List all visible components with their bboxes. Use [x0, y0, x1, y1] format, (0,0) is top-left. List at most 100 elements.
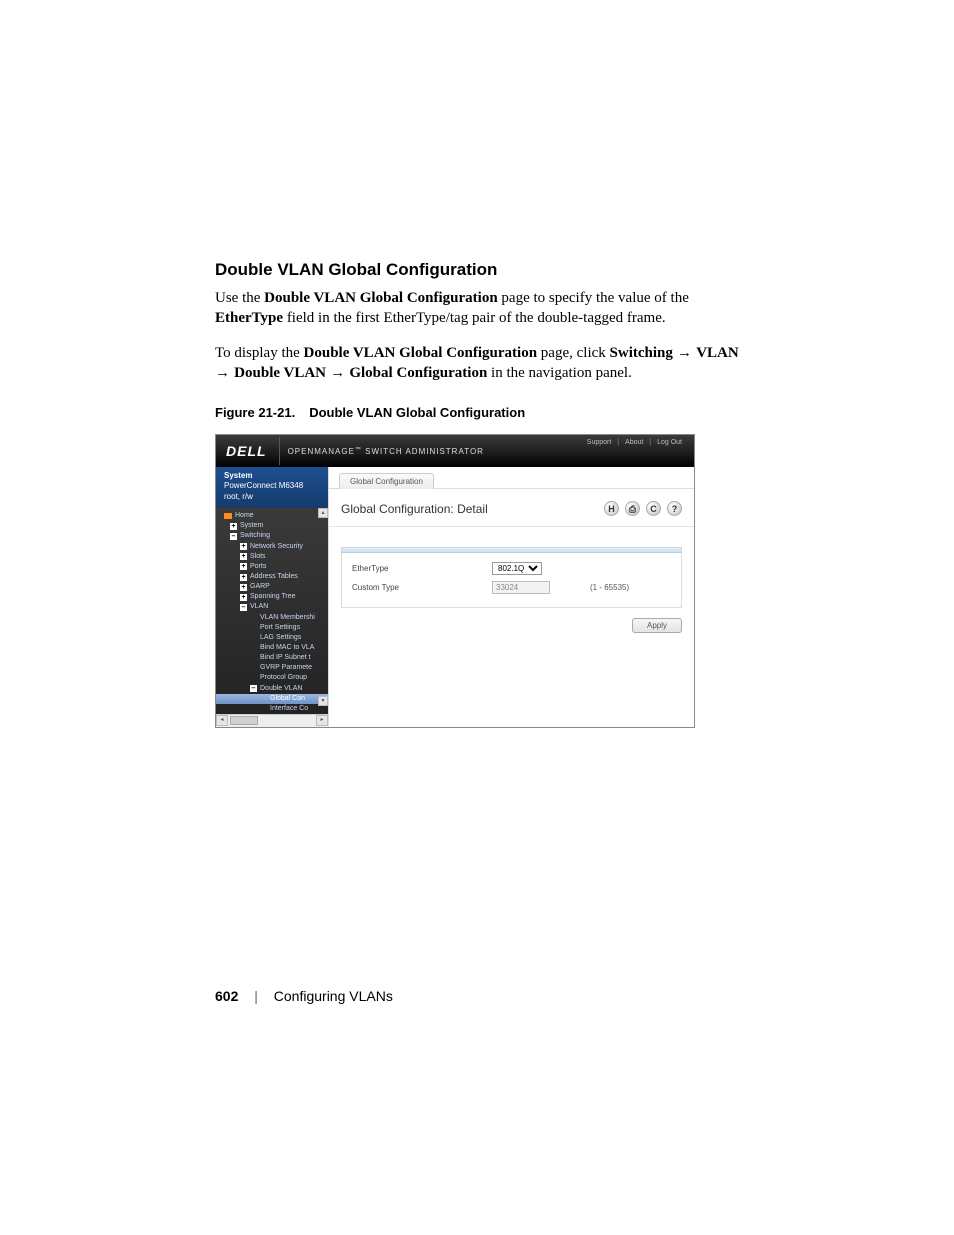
tree-label: Interface Co [270, 704, 308, 714]
refresh-icon[interactable]: C [646, 501, 661, 516]
tree-label: Switching [240, 531, 270, 541]
body-paragraph-1: Use the Double VLAN Global Configuration… [215, 288, 754, 329]
apply-button[interactable]: Apply [632, 618, 682, 633]
detail-title: Global Configuration: Detail [341, 502, 488, 516]
horizontal-scrollbar[interactable]: ◂ ▸ [216, 714, 328, 727]
separator: | [647, 439, 653, 446]
system-title: System [224, 471, 322, 481]
tree-slots[interactable]: Slots [216, 552, 328, 562]
tree-network-security[interactable]: Network Security [216, 542, 328, 552]
help-icon[interactable]: ? [667, 501, 682, 516]
tree-protocol-group[interactable]: Protocol Group [216, 673, 328, 683]
main-content: Global Configuration Global Configuratio… [329, 467, 694, 727]
scroll-up-icon[interactable]: ▴ [318, 508, 328, 518]
figure-caption: Figure 21-21. Double VLAN Global Configur… [215, 405, 754, 420]
figure-title: Double VLAN Global Configuration [309, 405, 525, 420]
home-icon [224, 513, 232, 519]
tree-switching[interactable]: Switching [216, 531, 328, 541]
tree-vlan[interactable]: VLAN [216, 602, 328, 612]
ethertype-select[interactable]: 802.1Q [492, 562, 542, 575]
tree-vlan-membership[interactable]: VLAN Membershi [216, 613, 328, 623]
save-icon[interactable]: H [604, 501, 619, 516]
text-bold: EtherType [215, 310, 283, 326]
page-footer: 602 | Configuring VLANs [215, 988, 754, 1004]
trademark-icon: ™ [355, 447, 362, 453]
text: Use the [215, 290, 264, 306]
scroll-down-icon[interactable]: ▾ [318, 696, 328, 706]
tree-double-vlan[interactable]: Double VLAN [216, 684, 328, 694]
text: SWITCH ADMINISTRATOR [362, 447, 484, 456]
form-row-custom-type: Custom Type (1 - 65535) [352, 578, 671, 597]
tree-label: System [240, 521, 263, 531]
screenshot-panel: DELL OPENMANAGE™ SWITCH ADMINISTRATOR Su… [215, 434, 695, 728]
tree-bind-mac[interactable]: Bind MAC to VLA [216, 643, 328, 653]
tree-label: Port Settings [260, 623, 300, 633]
scroll-thumb[interactable] [230, 716, 258, 725]
custom-type-range: (1 - 65535) [550, 583, 629, 592]
device-model: PowerConnect M6348 [224, 481, 322, 491]
form-row-ethertype: EtherType 802.1Q [352, 559, 671, 578]
tree-label: Ports [250, 562, 266, 572]
tree-spanning-tree[interactable]: Spanning Tree [216, 592, 328, 602]
tree-label: Bind IP Subnet t [260, 653, 310, 663]
sidebar: System PowerConnect M6348 root, r/w ▴ Ho… [216, 467, 329, 727]
text-bold: Double VLAN Global Configuration [304, 345, 538, 361]
tree-interface-config[interactable]: Interface Co [216, 704, 328, 714]
tree-global-configuration[interactable]: Global Con [216, 694, 328, 704]
text: in the navigation panel. [487, 365, 632, 381]
section-heading: Double VLAN Global Configuration [215, 260, 754, 280]
tree-label: Protocol Group [260, 673, 307, 683]
tree-lag-settings[interactable]: LAG Settings [216, 633, 328, 643]
tree-label: Home [235, 511, 254, 521]
text: page, click [537, 345, 609, 361]
system-block: System PowerConnect M6348 root, r/w [216, 467, 328, 508]
text-bold: Switching [610, 345, 673, 361]
body-paragraph-2: To display the Double VLAN Global Config… [215, 343, 754, 384]
support-link[interactable]: Support [585, 439, 614, 446]
tree-label: VLAN Membershi [260, 613, 315, 623]
footer-section-name: Configuring VLANs [274, 988, 393, 1004]
tree-address-tables[interactable]: Address Tables [216, 572, 328, 582]
text: OPENMANAGE [288, 447, 355, 456]
custom-type-input[interactable] [492, 581, 550, 594]
text-bold: Double VLAN [234, 365, 326, 381]
app-title: OPENMANAGE™ SWITCH ADMINISTRATOR [288, 447, 484, 456]
figure-number: Figure 21-21. [215, 405, 295, 420]
user-role: root, r/w [224, 492, 322, 502]
top-links: Support | About | Log Out [585, 439, 684, 446]
tree-port-settings[interactable]: Port Settings [216, 623, 328, 633]
tree-system[interactable]: System [216, 521, 328, 531]
arrow-icon: → [326, 364, 349, 381]
print-icon[interactable]: ⎙ [625, 501, 640, 516]
text-bold: Double VLAN Global Configuration [264, 290, 498, 306]
tab-global-configuration[interactable]: Global Configuration [339, 473, 434, 489]
tree-label: Network Security [250, 542, 303, 552]
tree-label: GVRP Paramete [260, 663, 312, 673]
tree-label: GARP [250, 582, 270, 592]
divider [279, 437, 280, 465]
arrow-icon: → [215, 364, 234, 381]
footer-separator: | [242, 988, 270, 1004]
tree-label: VLAN [250, 602, 268, 612]
form-area: EtherType 802.1Q Custom Type (1 - 65535) [341, 553, 682, 608]
tree-home[interactable]: Home [216, 511, 328, 521]
about-link[interactable]: About [623, 439, 645, 446]
text: To display the [215, 345, 304, 361]
logout-link[interactable]: Log Out [655, 439, 684, 446]
tree-garp[interactable]: GARP [216, 582, 328, 592]
form-block: EtherType 802.1Q Custom Type (1 - 65535) [341, 547, 682, 608]
scroll-left-icon[interactable]: ◂ [216, 715, 228, 726]
tree-label: Slots [250, 552, 266, 562]
tree-label: Double VLAN [260, 684, 302, 694]
apply-row: Apply [329, 618, 682, 633]
scroll-right-icon[interactable]: ▸ [316, 715, 328, 726]
nav-tree: ▴ Home System Switching Network Security… [216, 508, 328, 719]
page-number: 602 [215, 988, 238, 1004]
text-bold: VLAN [696, 345, 739, 361]
tree-bind-ip[interactable]: Bind IP Subnet t [216, 653, 328, 663]
tree-label: Address Tables [250, 572, 298, 582]
tree-label: LAG Settings [260, 633, 301, 643]
tree-gvrp[interactable]: GVRP Paramete [216, 663, 328, 673]
tree-ports[interactable]: Ports [216, 562, 328, 572]
detail-header: Global Configuration: Detail H ⎙ C ? [329, 489, 694, 527]
